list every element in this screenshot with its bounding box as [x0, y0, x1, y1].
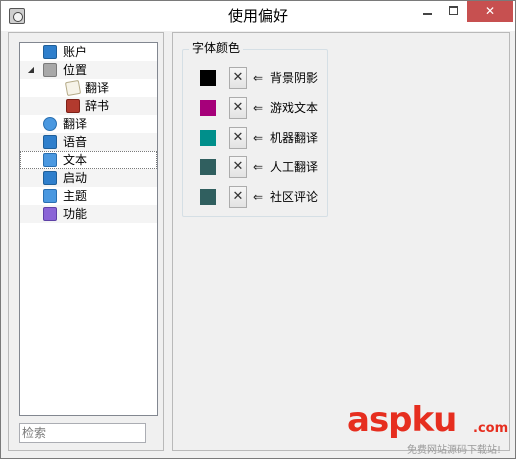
sidebar-item-label: 位置	[63, 63, 88, 77]
color-row-human-translation: ✕ ⇐ 人工翻译	[183, 156, 329, 178]
watermark-logo: aspku	[347, 400, 457, 440]
color-row-community-comment: ✕ ⇐ 社区评论	[183, 186, 329, 208]
window-icon	[43, 189, 57, 203]
left-arrow-icon: ⇐	[253, 160, 264, 174]
user-icon	[43, 45, 57, 59]
sidebar-item-location[interactable]: ◢ 位置	[20, 61, 157, 79]
expand-arrow-icon[interactable]: ◢	[26, 61, 36, 79]
color-label: 游戏文本	[270, 101, 319, 115]
book-icon	[66, 99, 80, 113]
preferences-window: 使用偏好 ✕ 账户 ◢ 位置 翻译 辞书 翻译 语音 文本 启动 主题 功能 检…	[0, 0, 516, 459]
color-row-game-text: ✕ ⇐ 游戏文本	[183, 97, 329, 119]
color-row-background-shadow: ✕ ⇐ 背景阴影	[183, 67, 329, 89]
color-swatch[interactable]	[200, 130, 216, 146]
watermark-subtitle: 免费网站源码下载站!	[407, 445, 502, 456]
group-title: 字体颜色	[189, 41, 244, 55]
globe-icon	[43, 117, 57, 131]
left-arrow-icon: ⇐	[253, 71, 264, 85]
clear-color-button[interactable]: ✕	[229, 127, 247, 149]
sidebar-item-features[interactable]: 功能	[20, 205, 157, 223]
site-watermark: aspku .com 免费网站源码下载站!	[347, 401, 515, 457]
sidebar-item-account[interactable]: 账户	[20, 43, 157, 61]
color-swatch[interactable]	[200, 70, 216, 86]
color-label: 社区评论	[270, 190, 319, 204]
clear-color-button[interactable]: ✕	[229, 186, 247, 208]
sidebar-item-label: 文本	[63, 153, 88, 167]
clear-color-button[interactable]: ✕	[229, 67, 247, 89]
color-label: 背景阴影	[270, 71, 319, 85]
color-label: 人工翻译	[270, 160, 319, 174]
sidebar-item-label: 账户	[63, 45, 88, 59]
sidebar-item-label: 主题	[63, 189, 88, 203]
color-label: 机器翻译	[270, 131, 319, 145]
search-input[interactable]	[19, 423, 146, 443]
color-swatch[interactable]	[200, 100, 216, 116]
title-bar: 使用偏好 ✕	[1, 1, 515, 31]
watermark-suffix: .com	[473, 421, 509, 436]
left-arrow-icon: ⇐	[253, 101, 264, 115]
maximize-button[interactable]	[441, 1, 467, 22]
sidebar-item-label: 功能	[63, 207, 88, 221]
sidebar-item-voice[interactable]: 语音	[20, 133, 157, 151]
sidebar-item-label: 翻译	[85, 81, 110, 95]
document-icon	[43, 153, 57, 167]
maximize-icon	[449, 6, 458, 15]
app-store-icon	[43, 171, 57, 185]
settings-panel: ✕ ⇐ 背景阴影 ✕ ⇐ 游戏文本 ✕ ⇐ 机器翻译 ✕ ⇐ 人工翻译 ✕ ⇐ …	[172, 32, 510, 451]
color-swatch[interactable]	[200, 189, 216, 205]
music-note-icon	[43, 135, 57, 149]
sidebar-item-label: 启动	[63, 171, 88, 185]
paper-icon	[64, 79, 82, 97]
sidebar-item-startup[interactable]: 启动	[20, 169, 157, 187]
left-arrow-icon: ⇐	[253, 190, 264, 204]
sidebar-item-dictionary[interactable]: 辞书	[20, 97, 157, 115]
sidebar-panel: 账户 ◢ 位置 翻译 辞书 翻译 语音 文本 启动 主题 功能 检索	[8, 32, 164, 451]
category-tree[interactable]: 账户 ◢ 位置 翻译 辞书 翻译 语音 文本 启动 主题 功能	[19, 42, 158, 416]
color-row-machine-translation: ✕ ⇐ 机器翻译	[183, 127, 329, 149]
sidebar-item-location-translation[interactable]: 翻译	[20, 79, 157, 97]
sidebar-item-theme[interactable]: 主题	[20, 187, 157, 205]
close-button[interactable]: ✕	[467, 1, 513, 22]
left-arrow-icon: ⇐	[253, 131, 264, 145]
trash-location-icon	[43, 63, 57, 77]
font-color-group: ✕ ⇐ 背景阴影 ✕ ⇐ 游戏文本 ✕ ⇐ 机器翻译 ✕ ⇐ 人工翻译 ✕ ⇐ …	[182, 49, 328, 217]
gear-icon	[43, 207, 57, 221]
close-icon: ✕	[484, 4, 496, 18]
minimize-icon	[423, 13, 432, 15]
color-swatch[interactable]	[200, 159, 216, 175]
sidebar-item-translation[interactable]: 翻译	[20, 115, 157, 133]
sidebar-item-label: 辞书	[85, 99, 110, 113]
sidebar-item-text[interactable]: 文本	[20, 151, 157, 169]
clear-color-button[interactable]: ✕	[229, 156, 247, 178]
sidebar-item-label: 翻译	[63, 117, 88, 131]
sidebar-item-label: 语音	[63, 135, 88, 149]
clear-color-button[interactable]: ✕	[229, 97, 247, 119]
minimize-button[interactable]	[415, 1, 441, 22]
